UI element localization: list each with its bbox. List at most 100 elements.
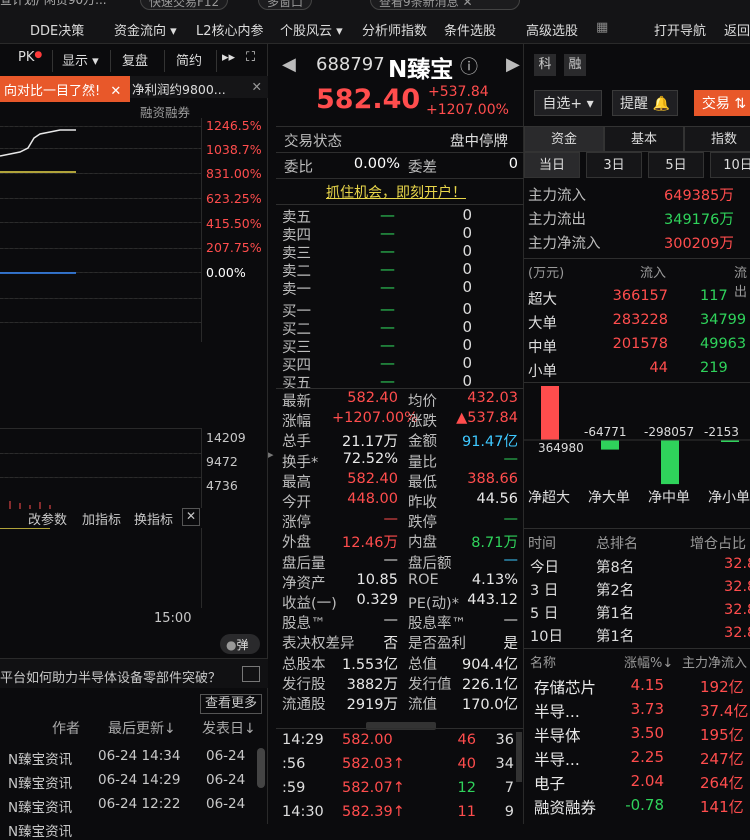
news-header-date[interactable]: 发表日↓ xyxy=(202,718,256,738)
flow-label: 主力净流入 xyxy=(528,236,601,252)
multi-window-button[interactable]: 多窗口 xyxy=(258,0,313,10)
orderbook-price[interactable]: — xyxy=(380,260,395,278)
flow-table-in: 366157 xyxy=(612,288,668,304)
tick-volume: 46 xyxy=(457,732,476,748)
orderbook-price[interactable]: — xyxy=(380,224,395,242)
pk-button[interactable]: PK● xyxy=(18,50,42,72)
menu-back[interactable]: 返回 xyxy=(724,20,750,39)
sector-name[interactable]: 电子 xyxy=(534,772,565,794)
stat-value: — xyxy=(383,551,399,568)
news-header-author[interactable]: 作者 xyxy=(52,718,80,738)
indicator-line xyxy=(0,528,50,529)
orderbook-price[interactable]: — xyxy=(380,278,395,296)
minimize-icon[interactable] xyxy=(242,666,260,682)
orderbook-price[interactable]: — xyxy=(380,336,395,354)
sector-name[interactable]: 存储芯片 xyxy=(534,676,596,698)
grid-icon[interactable]: ▦ xyxy=(596,20,608,35)
scrollbar[interactable] xyxy=(257,748,265,788)
menu-advanced[interactable]: 高级选股 xyxy=(526,20,578,39)
modify-params-button[interactable]: 改参数 xyxy=(28,509,67,528)
flow-value: 300209万 xyxy=(664,236,734,252)
scrollbar[interactable] xyxy=(516,732,522,782)
quick-trade-button[interactable]: 快速交易F12 xyxy=(140,0,229,10)
menu-dde[interactable]: DDE决策 xyxy=(30,20,84,39)
top-strip-text[interactable]: 查计划/ 闲贷90万... xyxy=(0,0,107,8)
net-flow-bar-chart[interactable]: 364980 净超大 -64771 净大单 -298057 净中单 -2153 净小单 xyxy=(524,384,750,508)
messages-button[interactable]: 查看9条新消息 ✕ xyxy=(370,0,520,10)
add-watchlist-button[interactable]: 自选+ ▾ xyxy=(534,90,602,116)
stat-value: 12.46万 xyxy=(341,535,398,552)
sector-header-pct[interactable]: 涨幅%↓ xyxy=(624,652,673,671)
tag-star-market: 科 xyxy=(534,54,556,76)
orderbook-price[interactable]: — xyxy=(380,206,395,224)
sector-name[interactable]: 融资融券 xyxy=(534,796,596,818)
news-row-author[interactable]: N臻宝资讯 xyxy=(8,796,72,816)
tab-10day[interactable]: 10日 xyxy=(710,152,750,178)
close-icon[interactable]: ✕ xyxy=(110,84,121,99)
replay-button[interactable]: 复盘 xyxy=(122,50,148,72)
sector-pct: 3.50 xyxy=(630,724,664,742)
news-row-author[interactable]: N臻宝资讯 xyxy=(8,820,72,840)
expand-icon[interactable]: ▸▸ xyxy=(222,50,235,72)
next-stock-icon[interactable]: ▶ xyxy=(506,54,520,75)
tab-today[interactable]: 当日 xyxy=(524,152,580,178)
tab-3day[interactable]: 3日 xyxy=(586,152,642,178)
menu-stock-story[interactable]: 个股风云 ▾ xyxy=(280,20,343,39)
stat-value: ▲537.84 xyxy=(456,410,518,427)
volume-chart[interactable] xyxy=(0,428,202,509)
tab-capital[interactable]: 资金 xyxy=(524,126,604,152)
switch-indicator-button[interactable]: 换指标 xyxy=(134,509,173,528)
close-icon[interactable]: ✕ xyxy=(182,508,200,526)
open-account-link[interactable]: 抓住机会，即刻开户！ xyxy=(326,182,466,202)
menu-condition[interactable]: 条件选股 xyxy=(444,20,496,39)
display-button[interactable]: 显示 ▾ xyxy=(62,50,99,72)
stat-value: — xyxy=(503,511,519,528)
news-row-author[interactable]: N臻宝资讯 xyxy=(8,748,72,768)
tick-count: 34 xyxy=(495,756,514,772)
quote-panel: ◀ 688797 N臻宝 ⓘ ▶ 582.40 +537.84 +1207.00… xyxy=(276,44,524,824)
toggle-button[interactable]: ●弹 xyxy=(220,634,260,654)
orderbook-price[interactable]: — xyxy=(380,354,395,372)
orderbook-price[interactable]: — xyxy=(380,242,395,260)
news-title[interactable]: 平台如何助力半导体设备零部件突破？ xyxy=(0,658,268,688)
simple-button[interactable]: 简约 xyxy=(176,50,202,72)
alert-button[interactable]: 提醒 🔔 xyxy=(612,90,678,116)
price-change-pct: +1207.00% xyxy=(426,102,509,118)
tab-index[interactable]: 指数 xyxy=(684,126,750,152)
sector-name[interactable]: 半导... xyxy=(534,748,580,770)
sector-header-name[interactable]: 名称 xyxy=(530,652,556,671)
news-header-updated[interactable]: 最后更新↓ xyxy=(108,718,176,738)
news-row-author[interactable]: N臻宝资讯 xyxy=(8,772,72,792)
close-icon[interactable]: ✕ xyxy=(462,0,472,9)
rank-pct: 32.8 xyxy=(724,579,750,595)
menu-analyst[interactable]: 分析师指数 xyxy=(362,20,427,39)
orderbook-price[interactable]: — xyxy=(380,300,395,318)
info-icon[interactable]: ⓘ xyxy=(460,53,478,79)
fullscreen-icon[interactable]: ⛶ xyxy=(246,50,255,72)
stat-label: 均价 xyxy=(408,394,437,410)
sector-name[interactable]: 半导... xyxy=(534,700,580,722)
toggle-label: 弹 xyxy=(236,638,249,652)
news-banner[interactable]: 净利润约9800... ✕ xyxy=(128,76,268,98)
add-indicator-button[interactable]: 加指标 xyxy=(82,509,121,528)
tab-basic[interactable]: 基本 xyxy=(604,126,684,152)
collapse-handle-icon[interactable]: ▸ xyxy=(268,448,276,468)
price-chart[interactable] xyxy=(0,118,202,342)
stat-label: 最低 xyxy=(408,474,437,491)
tab-5day[interactable]: 5日 xyxy=(648,152,704,178)
menu-nav[interactable]: 打开导航 xyxy=(654,20,706,39)
sector-name[interactable]: 半导体 xyxy=(534,724,581,746)
rank-pct: 32.8 xyxy=(724,602,750,618)
sector-header-flow[interactable]: 主力净流入 xyxy=(682,652,747,671)
menu-l2[interactable]: L2核心内参 xyxy=(196,20,264,39)
tick-count: 7 xyxy=(504,780,514,796)
orderbook-price[interactable]: — xyxy=(380,318,395,336)
trade-button[interactable]: 交易 ⇅ xyxy=(694,90,750,116)
tag-margin: 融 xyxy=(564,54,586,76)
prev-stock-icon[interactable]: ◀ xyxy=(282,54,296,75)
more-button[interactable]: 查看更多 xyxy=(200,694,262,714)
menu-capital-flow[interactable]: 资金流向 ▾ xyxy=(114,20,177,39)
indicator-chart[interactable] xyxy=(0,528,202,608)
close-icon[interactable]: ✕ xyxy=(252,79,262,94)
news-row-updated: 06-24 14:29 xyxy=(98,772,181,788)
